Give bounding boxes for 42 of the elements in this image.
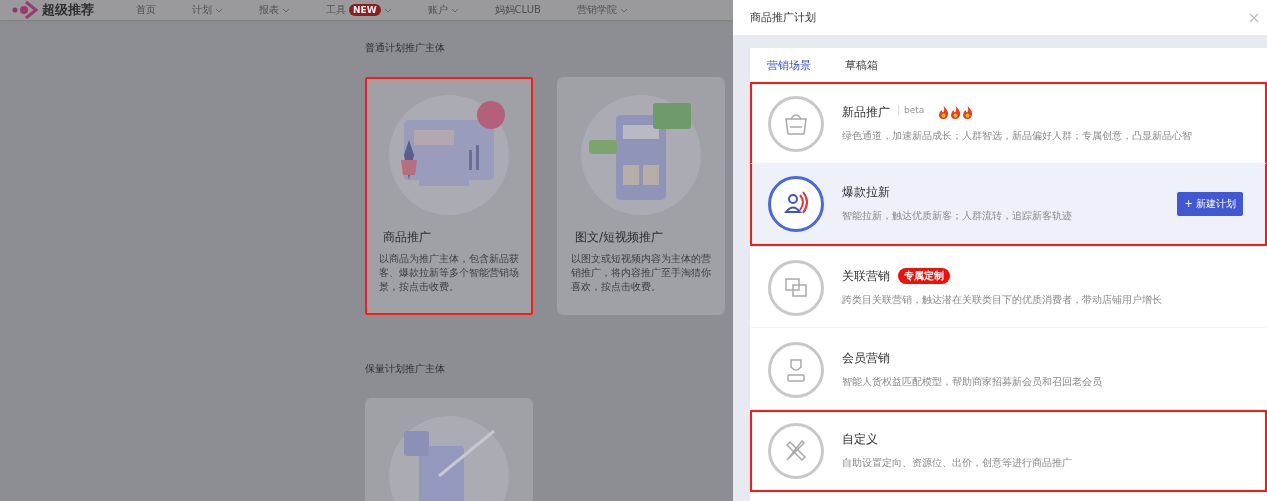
logo-text[interactable]: 超级推荐 [42,1,94,19]
tab[interactable]: 营销场景 [767,58,811,82]
scenario-name: 关联营销 [842,268,890,284]
beta-label: beta [898,104,925,115]
vip-shield-icon [768,341,824,398]
tab[interactable]: 草稿箱 [845,58,878,82]
custom-tag: 专属定制 [898,268,950,284]
section-title: 普通计划推广主体 [365,42,446,55]
scenario-name: 新品推广 [842,104,890,120]
user-signal-icon [768,176,824,232]
linked-squares-icon [768,259,824,316]
nav-item[interactable]: 妈妈CLUB [494,3,541,17]
scenario-item[interactable]: 关联营销 专属定制 跨类目关联营销，触达潜在关联类目下的优质消费者，带动店铺用户增长 [750,246,1267,328]
promotion-card[interactable]: 图文/短视频推广 以图文或短视频内容为主体的营销推广，将内容推广至手淘猜你喜欢，按点击收费。 [557,77,725,315]
nav-item[interactable]: 账户 [427,3,459,17]
card-description: 以商品为推广主体，包含新品获客、爆款拉新等多个智能营销场景，按点击收费。 [378,252,520,294]
scenario-description: 跨类目关联营销，触达潜在关联类目下的优质消费者，带动店铺用户增长 [842,294,1163,307]
scenario-name: 会员营销 [842,350,890,366]
scenario-description: 智能人货权益匹配模型，帮助商家招募新会员和召回老会员 [842,375,1103,389]
scenario-description: 绿色通道，加速新品成长；人群智选，新品偏好人群；专属创意，凸显新品心智 [842,129,1193,143]
drawer-title: 商品推广计划 [750,10,816,25]
scenario-description: 自助设置定向、资源位、出价，创意等进行商品推广 [842,457,1073,470]
scenario-name: 自定义 [842,432,878,447]
scenario-name: 爆款拉新 [842,185,890,200]
nav-item[interactable]: 报表 [259,3,290,17]
promotion-card[interactable]: 商品推广 以商品为推广主体，包含新品获客、爆款拉新等多个智能营销场景，按点击收费。 [365,77,533,315]
card-title: 图文/短视频推广 [574,229,665,246]
scenario-description: 智能拉新，触达优质新客；人群流转，追踪新客轨迹 [842,210,1073,223]
section-title: 保量计划推广主体 [365,363,446,376]
logo-icon [12,0,38,20]
new-plan-button[interactable]: + 新建计划 [1177,192,1243,216]
nav-item[interactable]: 计划 [192,3,223,17]
new-badge: NEW [349,4,381,16]
scenario-item[interactable]: 会员营销 智能人货权益匹配模型，帮助商家招募新会员和召回老会员 [750,328,1267,410]
shopping-bag-icon [768,95,824,152]
card-description: 以图文或短视频内容为主体的营销推广，将内容推广至手淘猜你喜欢，按点击收费。 [570,252,712,294]
nav-item[interactable]: 首页 [136,3,156,17]
card-title: 商品推广 [382,229,432,246]
scenario-item[interactable]: 自定义 自助设置定向、资源位、出价，创意等进行商品推广 [750,410,1267,492]
close-icon[interactable] [1249,12,1259,23]
scenario-item[interactable]: 爆款拉新 智能拉新，触达优质新客；人群流转，追踪新客轨迹 + 新建计划 [750,164,1267,246]
pencil-ruler-icon [768,423,824,479]
